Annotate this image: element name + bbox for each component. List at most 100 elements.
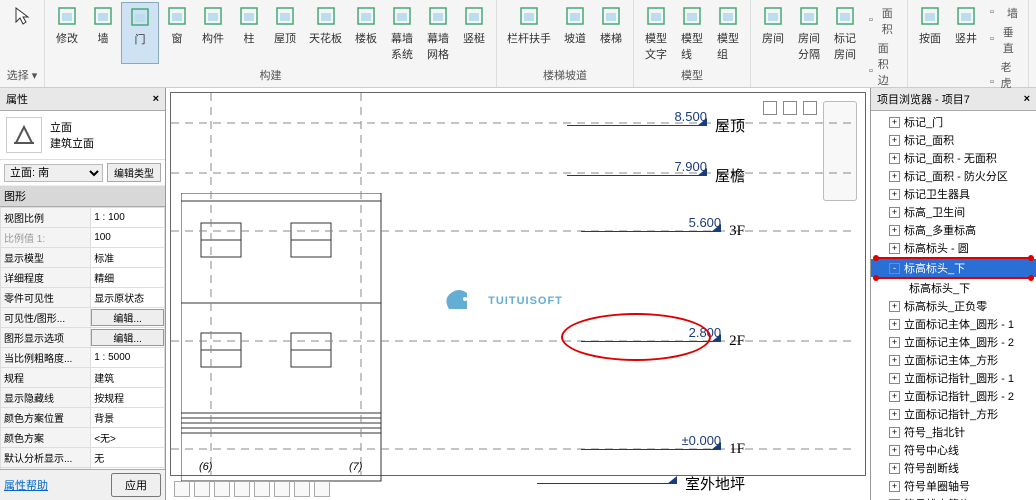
property-row[interactable]: 默认分析显示...无: [1, 448, 165, 468]
property-row[interactable]: 零件可见性显示原状态: [1, 288, 165, 308]
property-row[interactable]: 详细程度精细: [1, 268, 165, 288]
property-row[interactable]: 规程建筑: [1, 368, 165, 388]
tree-node[interactable]: +符号_指北针: [871, 423, 1036, 441]
expand-icon[interactable]: +: [889, 153, 900, 164]
component-button[interactable]: 构件: [195, 2, 231, 64]
tree-node[interactable]: +立面标记指针_圆形 - 1: [871, 369, 1036, 387]
tree-node[interactable]: +标记_面积 - 防火分区: [871, 167, 1036, 185]
close-view-icon[interactable]: [803, 101, 817, 115]
stair-button[interactable]: 楼梯: [593, 2, 629, 48]
wall-button[interactable]: 墙: [85, 2, 121, 64]
floor-button[interactable]: 楼板: [348, 2, 384, 64]
expand-icon[interactable]: +: [889, 391, 900, 402]
mtext-button[interactable]: 模型文字: [638, 2, 674, 64]
railing-button[interactable]: 栏杆扶手: [501, 2, 557, 48]
restore-icon[interactable]: [783, 101, 797, 115]
tree-node[interactable]: +符号剖断线: [871, 459, 1036, 477]
level-marker[interactable]: 7.900屋檐: [567, 165, 745, 186]
edit-button[interactable]: 编辑...: [91, 309, 164, 326]
level-marker[interactable]: 8.500屋顶: [567, 115, 745, 136]
ramp-button[interactable]: 坡道: [557, 2, 593, 48]
tree-node[interactable]: +标高标头_正负零: [871, 297, 1036, 315]
type-selector[interactable]: 立面 建筑立面: [0, 111, 165, 160]
area-button[interactable]: ▫面积: [865, 4, 901, 38]
tree-node[interactable]: +立面标记指针_方形: [871, 405, 1036, 423]
expand-icon[interactable]: +: [889, 445, 900, 456]
detail-icon[interactable]: [194, 481, 210, 497]
expand-icon[interactable]: +: [889, 355, 900, 366]
expand-icon[interactable]: +: [889, 243, 900, 254]
column-button[interactable]: 柱: [231, 2, 267, 64]
close-icon[interactable]: ×: [153, 93, 159, 105]
view-select[interactable]: 立面: 南: [4, 164, 103, 182]
mgroup-button[interactable]: 模型组: [710, 2, 746, 64]
tree-node[interactable]: +标高_卫生间: [871, 203, 1036, 221]
property-row[interactable]: 显示隐藏线按规程: [1, 388, 165, 408]
expand-icon[interactable]: +: [889, 301, 900, 312]
expand-icon[interactable]: +: [889, 189, 900, 200]
edit-button[interactable]: 编辑...: [91, 329, 164, 346]
expand-icon[interactable]: +: [889, 319, 900, 330]
expand-icon[interactable]: +: [889, 135, 900, 146]
tree-node[interactable]: +立面标记指针_圆形 - 2: [871, 387, 1036, 405]
overt-button[interactable]: ▫垂直: [986, 23, 1022, 57]
scale-icon[interactable]: [174, 481, 190, 497]
ceiling-button[interactable]: 天花板: [303, 2, 348, 64]
expand-icon[interactable]: +: [889, 373, 900, 384]
reveal-icon[interactable]: [314, 481, 330, 497]
minimize-icon[interactable]: [763, 101, 777, 115]
tree-node[interactable]: +标记_面积 - 无面积: [871, 149, 1036, 167]
property-row[interactable]: 颜色方案位置背景: [1, 408, 165, 428]
tree-node[interactable]: +符号排水箭头: [871, 495, 1036, 500]
tree-node[interactable]: +立面标记主体_方形: [871, 351, 1036, 369]
property-row[interactable]: 可见性/图形...编辑...: [1, 308, 165, 328]
browser-tree[interactable]: +标记_门+标记_面积+标记_面积 - 无面积+标记_面积 - 防火分区+标记卫…: [871, 111, 1036, 500]
hide-icon[interactable]: [294, 481, 310, 497]
tree-node[interactable]: +标高标头 - 圆: [871, 239, 1036, 257]
expand-icon[interactable]: +: [889, 207, 900, 218]
canvas[interactable]: 8.500屋顶7.900屋檐5.6003F2.8002F±0.0001F室外地坪…: [166, 88, 870, 500]
modify-button[interactable]: 修改: [49, 2, 85, 64]
property-row[interactable]: 颜色方案<无>: [1, 428, 165, 448]
crop-icon[interactable]: [274, 481, 290, 497]
close-icon[interactable]: ×: [1024, 93, 1030, 105]
mline-button[interactable]: 模型线: [674, 2, 710, 64]
style-icon[interactable]: [214, 481, 230, 497]
shadow-icon[interactable]: [254, 481, 270, 497]
tree-node[interactable]: +标记_门: [871, 113, 1036, 131]
level-marker[interactable]: 5.6003F: [581, 223, 745, 240]
tree-node[interactable]: 标高标头_下: [871, 279, 1036, 297]
property-row[interactable]: 当比例粗略度...1 : 5000: [1, 348, 165, 368]
expand-icon[interactable]: +: [889, 171, 900, 182]
level-marker[interactable]: 室外地坪: [537, 473, 745, 494]
expand-icon[interactable]: +: [889, 481, 900, 492]
tree-node[interactable]: -标高标头_下: [871, 259, 1036, 277]
tree-node[interactable]: +立面标记主体_圆形 - 1: [871, 315, 1036, 333]
edit-type-button[interactable]: 编辑类型: [107, 163, 161, 182]
tree-node[interactable]: +标记卫生器具: [871, 185, 1036, 203]
property-row[interactable]: 显示模型标准: [1, 248, 165, 268]
tree-node[interactable]: +立面标记主体_圆形 - 2: [871, 333, 1036, 351]
expand-icon[interactable]: +: [889, 463, 900, 474]
expand-icon[interactable]: +: [889, 225, 900, 236]
expand-icon[interactable]: +: [889, 427, 900, 438]
property-row[interactable]: 比例值 1:100: [1, 228, 165, 248]
mullion-button[interactable]: 竖梃: [456, 2, 492, 64]
expand-icon[interactable]: +: [889, 117, 900, 128]
level-marker[interactable]: ±0.0001F: [581, 441, 745, 458]
roof-button[interactable]: 屋顶: [267, 2, 303, 64]
property-row[interactable]: 图形显示选项编辑...: [1, 328, 165, 348]
sun-icon[interactable]: [234, 481, 250, 497]
owall-button[interactable]: ▫墙: [986, 4, 1022, 22]
tree-node[interactable]: +标记_面积: [871, 131, 1036, 149]
select-tool[interactable]: [4, 2, 40, 30]
tree-node[interactable]: +符号单圈轴号: [871, 477, 1036, 495]
door-button[interactable]: 门: [121, 2, 159, 64]
grid2-button[interactable]: 幕墙网格: [420, 2, 456, 64]
apply-button[interactable]: 应用: [111, 473, 161, 497]
curtain-button[interactable]: 幕墙系统: [384, 2, 420, 64]
expand-icon[interactable]: -: [889, 263, 900, 274]
properties-help[interactable]: 属性帮助: [4, 477, 48, 493]
nav-bar[interactable]: [823, 101, 857, 201]
property-row[interactable]: 视图比例1 : 100: [1, 208, 165, 228]
